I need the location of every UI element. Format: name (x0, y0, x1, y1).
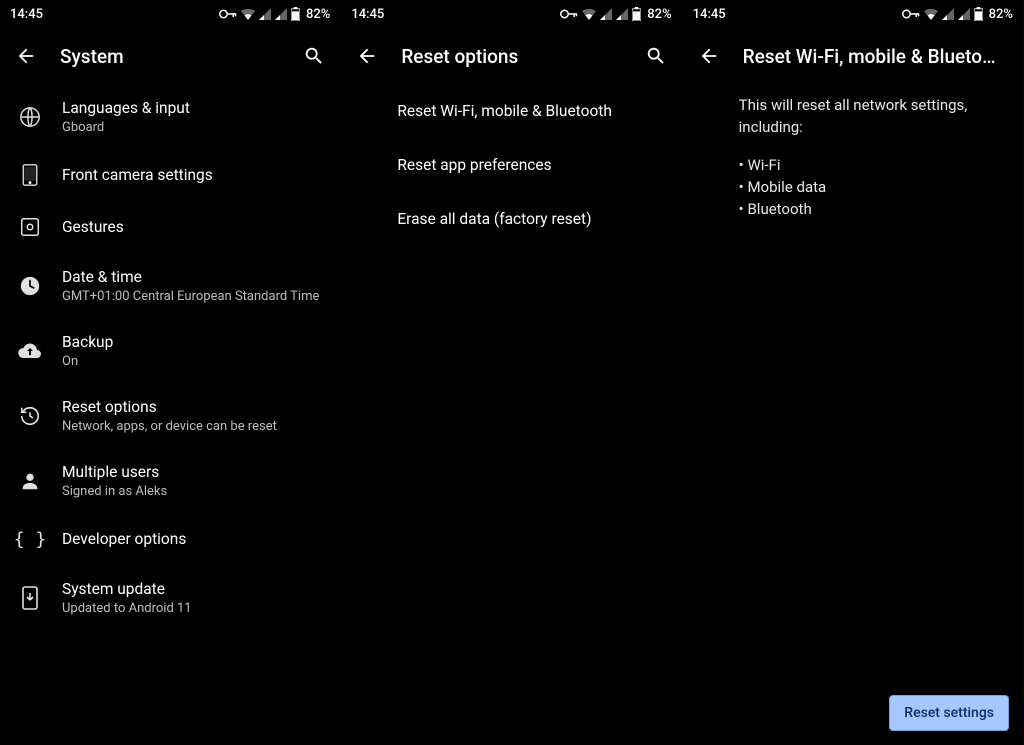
battery-icon (974, 7, 983, 21)
status-indicators: 82% (219, 7, 330, 22)
row-multiple-users[interactable]: Multiple users Signed in as Aleks (0, 448, 340, 513)
row-sub: GMT+01:00 Central European Standard Time (62, 289, 322, 304)
person-icon (18, 469, 42, 493)
back-icon[interactable] (14, 44, 38, 68)
status-indicators: 82% (902, 7, 1013, 22)
row-sub: Signed in as Aleks (62, 484, 322, 499)
settings-list: Languages & input Gboard Front camera se… (0, 84, 340, 745)
app-bar: System (0, 28, 340, 84)
reset-options-list: Reset Wi-Fi, mobile & Bluetooth Reset ap… (341, 84, 681, 745)
row-sub: On (62, 354, 322, 369)
bullet-bluetooth: Bluetooth (739, 198, 1005, 220)
battery-icon (632, 7, 641, 21)
cloud-upload-icon (18, 339, 42, 363)
vpn-key-icon (902, 9, 920, 19)
bullet-mobile-data: Mobile data (739, 176, 1005, 198)
back-icon[interactable] (355, 44, 379, 68)
screen-system: 14:45 82% System (0, 0, 341, 745)
app-bar: Reset Wi-Fi, mobile & Blueto… (683, 28, 1023, 84)
clock-icon (18, 274, 42, 298)
row-languages-input[interactable]: Languages & input Gboard (0, 84, 340, 149)
row-system-update[interactable]: System update Updated to Android 11 (0, 565, 340, 630)
row-sub: Updated to Android 11 (62, 601, 322, 616)
reset-description: This will reset all network settings, in… (683, 84, 1023, 220)
system-update-icon (18, 586, 42, 610)
status-time: 14:45 (351, 7, 384, 22)
wifi-icon (924, 8, 938, 20)
status-bar: 14:45 82% (683, 0, 1023, 28)
row-date-time[interactable]: Date & time GMT+01:00 Central European S… (0, 253, 340, 318)
row-title: Gestures (62, 217, 322, 237)
screen-reset-options: 14:45 82% Reset options Reset Wi-Fi, mob… (341, 0, 682, 745)
row-title: Date & time (62, 267, 322, 287)
row-reset-options[interactable]: Reset options Network, apps, or device c… (0, 383, 340, 448)
wifi-icon (241, 8, 255, 20)
status-time: 14:45 (10, 7, 43, 22)
page-title: Reset Wi-Fi, mobile & Blueto… (743, 45, 1009, 68)
page-title: Reset options (401, 45, 621, 68)
restore-icon (18, 404, 42, 428)
row-title: Backup (62, 332, 322, 352)
wifi-icon (582, 8, 596, 20)
row-title: Reset options (62, 397, 322, 417)
row-factory-reset[interactable]: Erase all data (factory reset) (341, 192, 681, 246)
gestures-icon (18, 215, 42, 239)
signal-1-icon (259, 8, 271, 20)
row-front-camera[interactable]: Front camera settings (0, 149, 340, 201)
bullet-wifi: Wi-Fi (739, 154, 1005, 176)
reset-settings-button[interactable]: Reset settings (889, 695, 1009, 731)
row-title: Front camera settings (62, 165, 322, 185)
vpn-key-icon (560, 9, 578, 19)
row-title: System update (62, 579, 322, 599)
battery-icon (291, 7, 300, 21)
row-sub: Gboard (62, 120, 322, 135)
row-gestures[interactable]: Gestures (0, 201, 340, 253)
status-bar: 14:45 82% (341, 0, 681, 28)
braces-icon: { } (18, 527, 42, 551)
app-bar: Reset options (341, 28, 681, 84)
signal-1-icon (600, 8, 612, 20)
globe-icon (18, 105, 42, 129)
screen-reset-network: 14:45 82% Reset Wi-Fi, mobile & Blueto… … (683, 0, 1024, 745)
row-developer-options[interactable]: { } Developer options (0, 513, 340, 565)
phone-front-icon (18, 163, 42, 187)
row-title: Languages & input (62, 98, 322, 118)
battery-percent: 82% (647, 7, 671, 22)
search-icon[interactable] (302, 44, 326, 68)
battery-percent: 82% (989, 7, 1013, 22)
status-bar: 14:45 82% (0, 0, 340, 28)
search-icon[interactable] (644, 44, 668, 68)
signal-2-icon (275, 8, 287, 20)
status-time: 14:45 (693, 7, 726, 22)
signal-2-icon (958, 8, 970, 20)
row-title: Multiple users (62, 462, 322, 482)
back-icon[interactable] (697, 44, 721, 68)
status-indicators: 82% (560, 7, 671, 22)
row-reset-app-prefs[interactable]: Reset app preferences (341, 138, 681, 192)
row-reset-network[interactable]: Reset Wi-Fi, mobile & Bluetooth (341, 84, 681, 138)
row-backup[interactable]: Backup On (0, 318, 340, 383)
signal-2-icon (616, 8, 628, 20)
row-sub: Network, apps, or device can be reset (62, 419, 322, 434)
signal-1-icon (942, 8, 954, 20)
battery-percent: 82% (306, 7, 330, 22)
reset-intro: This will reset all network settings, in… (739, 94, 1005, 138)
row-title: Developer options (62, 529, 322, 549)
page-title: System (60, 45, 280, 68)
vpn-key-icon (219, 9, 237, 19)
